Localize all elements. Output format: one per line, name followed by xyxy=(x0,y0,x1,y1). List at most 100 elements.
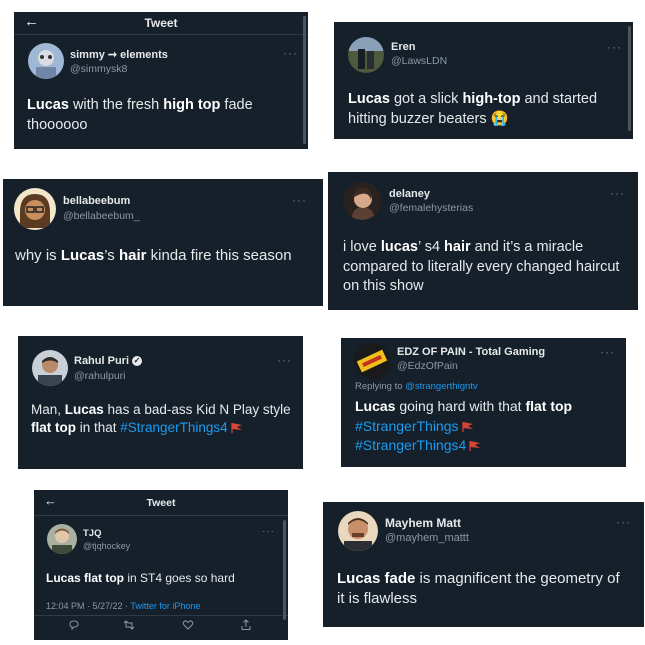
tweet-card-simmy[interactable]: ← Tweet simmy ➞ elements @simmysk8 ··· L… xyxy=(14,12,308,149)
highlighted-text: Lucas xyxy=(355,398,396,414)
highlighted-text: flat top xyxy=(525,398,573,414)
user-handle[interactable]: @EdzOfPain xyxy=(397,360,458,372)
more-options-icon[interactable]: ··· xyxy=(607,40,622,54)
user-handle[interactable]: @mayhem_mattt xyxy=(385,532,469,544)
text-segment: ’ s4 xyxy=(417,239,445,255)
more-options-icon[interactable]: ··· xyxy=(283,46,298,60)
text-segment: Man, xyxy=(31,402,65,417)
highlighted-text: hair xyxy=(118,247,147,264)
reply-icon[interactable] xyxy=(68,619,80,634)
highlighted-text: high-top xyxy=(462,91,521,107)
retweet-icon[interactable] xyxy=(123,619,135,634)
display-name[interactable]: simmy ➞ elements xyxy=(70,48,168,61)
user-handle[interactable]: @tjqhockey xyxy=(83,541,130,551)
scrollbar[interactable] xyxy=(628,26,631,131)
red-flag-emoji-icon xyxy=(230,423,242,434)
user-handle[interactable]: @LawsLDN xyxy=(391,55,447,67)
highlighted-text: flat top xyxy=(31,420,76,436)
highlighted-text: Lucas xyxy=(348,91,390,107)
text-segment: got a slick xyxy=(389,91,463,107)
tweet-text: Lucas flat top in ST4 goes so hard xyxy=(46,570,281,586)
more-options-icon[interactable]: ··· xyxy=(600,345,615,359)
display-name[interactable]: delaney xyxy=(389,188,430,200)
avatar[interactable] xyxy=(47,524,77,554)
user-handle[interactable]: @simmysk8 xyxy=(70,63,127,75)
highlighted-text: Lucas flat top xyxy=(46,571,125,585)
user-handle[interactable]: @femalehysterias xyxy=(389,202,473,214)
tweet-header-bar: ← Tweet xyxy=(14,12,308,35)
red-flag-emoji-icon xyxy=(461,421,473,432)
highlighted-text: lucas xyxy=(380,239,418,255)
more-options-icon[interactable]: ··· xyxy=(616,515,631,529)
reply-context: Replying to @strangerthigntv xyxy=(355,381,478,392)
tweet-card-tjq[interactable]: ← Tweet TJQ @tjqhockey ··· Lucas flat to… xyxy=(34,490,288,640)
display-name[interactable]: bellabeebum xyxy=(63,195,130,207)
avatar[interactable] xyxy=(343,182,381,220)
verified-badge-icon: ✓ xyxy=(132,356,143,366)
tweet-action-bar xyxy=(34,615,288,638)
text-segment: kinda fire this season xyxy=(146,247,292,264)
reply-to-link[interactable]: @strangerthigntv xyxy=(405,381,477,392)
more-options-icon[interactable]: ··· xyxy=(610,186,625,200)
highlighted-text: Lucas fade xyxy=(337,570,416,587)
avatar[interactable] xyxy=(348,37,384,73)
avatar[interactable] xyxy=(338,511,378,551)
like-icon[interactable] xyxy=(182,619,194,634)
highlighted-text: hair xyxy=(444,239,471,255)
tweet-source-link[interactable]: Twitter for iPhone xyxy=(130,601,200,611)
user-handle[interactable]: @bellabeebum_ xyxy=(63,210,140,222)
text-segment: i love xyxy=(343,239,381,255)
share-icon[interactable] xyxy=(240,619,252,634)
tweet-card-edzofpain[interactable]: EDZ OF PAIN - Total Gaming @EdzOfPain ··… xyxy=(341,338,626,467)
tweet-header-bar: ← Tweet xyxy=(34,490,288,516)
text-segment: in ST4 goes so hard xyxy=(124,571,235,585)
hashtag-link[interactable]: #StrangerThings4 xyxy=(355,437,466,453)
tweet-text: Lucas with the fresh high top fade thooo… xyxy=(27,96,289,135)
header-title: Tweet xyxy=(146,497,176,509)
avatar[interactable] xyxy=(14,188,56,230)
hashtag-link[interactable]: #StrangerThings4 xyxy=(120,420,227,435)
timestamp-text: 12:04 PM · 5/27/22 · xyxy=(46,601,131,611)
display-name-text: Rahul Puri xyxy=(74,355,130,367)
reply-prefix: Replying to xyxy=(355,381,406,392)
highlighted-text: Lucas xyxy=(27,97,69,113)
red-flag-emoji-icon xyxy=(469,441,481,452)
display-name[interactable]: TJQ xyxy=(83,528,101,539)
more-options-icon[interactable]: ··· xyxy=(277,353,292,367)
hashtag-link[interactable]: #StrangerThings xyxy=(355,418,459,434)
tweet-text: Lucas going hard with that flat top #Stra… xyxy=(355,397,617,456)
user-handle[interactable]: @rahulpuri xyxy=(74,370,126,382)
tweet-text: Lucas got a slick high-top and started h… xyxy=(348,90,623,129)
tweet-card-mayhem-matt[interactable]: Mayhem Matt @mayhem_mattt ··· Lucas fade… xyxy=(323,502,644,627)
tweet-text: i love lucas’ s4 hair and it’s a miracle… xyxy=(343,238,633,297)
highlighted-text: high top xyxy=(163,97,221,113)
text-segment: going hard with that xyxy=(395,398,526,414)
tweet-card-rahul[interactable]: Rahul Puri ✓ @rahulpuri ··· Man, Lucas ha… xyxy=(18,336,303,469)
more-options-icon[interactable]: ··· xyxy=(262,526,275,537)
tweet-timestamp: 12:04 PM · 5/27/22 · Twitter for iPhone xyxy=(46,601,200,611)
header-title: Tweet xyxy=(144,16,178,30)
tweet-card-eren[interactable]: Eren @LawsLDN ··· Lucas got a slick high… xyxy=(334,22,633,139)
text-segment: has a bad-ass Kid N Play style xyxy=(103,402,291,417)
tweet-text: Man, Lucas has a bad-ass Kid N Play styl… xyxy=(31,401,293,437)
avatar[interactable] xyxy=(32,350,68,386)
avatar[interactable] xyxy=(354,343,390,379)
tweet-card-bellabeebum[interactable]: bellabeebum @bellabeebum_ ··· why is Luc… xyxy=(3,179,323,306)
highlighted-text: Lucas xyxy=(64,402,104,417)
scrollbar[interactable] xyxy=(283,520,286,620)
display-name[interactable]: Eren xyxy=(391,41,415,53)
tweet-text: why is Lucas’s hair kinda fire this seas… xyxy=(15,246,300,266)
avatar[interactable] xyxy=(28,43,64,79)
tweet-text: Lucas fade is magnificent the geometry o… xyxy=(337,569,627,610)
display-name[interactable]: Rahul Puri ✓ xyxy=(74,355,143,367)
display-name[interactable]: Mayhem Matt xyxy=(385,516,461,530)
display-name[interactable]: EDZ OF PAIN - Total Gaming xyxy=(397,346,545,358)
more-options-icon[interactable]: ··· xyxy=(292,193,307,207)
scrollbar[interactable] xyxy=(303,16,306,144)
text-segment: ’s xyxy=(104,247,119,264)
text-segment: with the fresh xyxy=(68,97,164,113)
text-segment: why is xyxy=(15,247,61,264)
text-segment: in that xyxy=(76,420,121,436)
tweet-card-delaney[interactable]: delaney @femalehysterias ··· i love luca… xyxy=(328,172,638,310)
highlighted-text: Lucas xyxy=(60,247,105,264)
